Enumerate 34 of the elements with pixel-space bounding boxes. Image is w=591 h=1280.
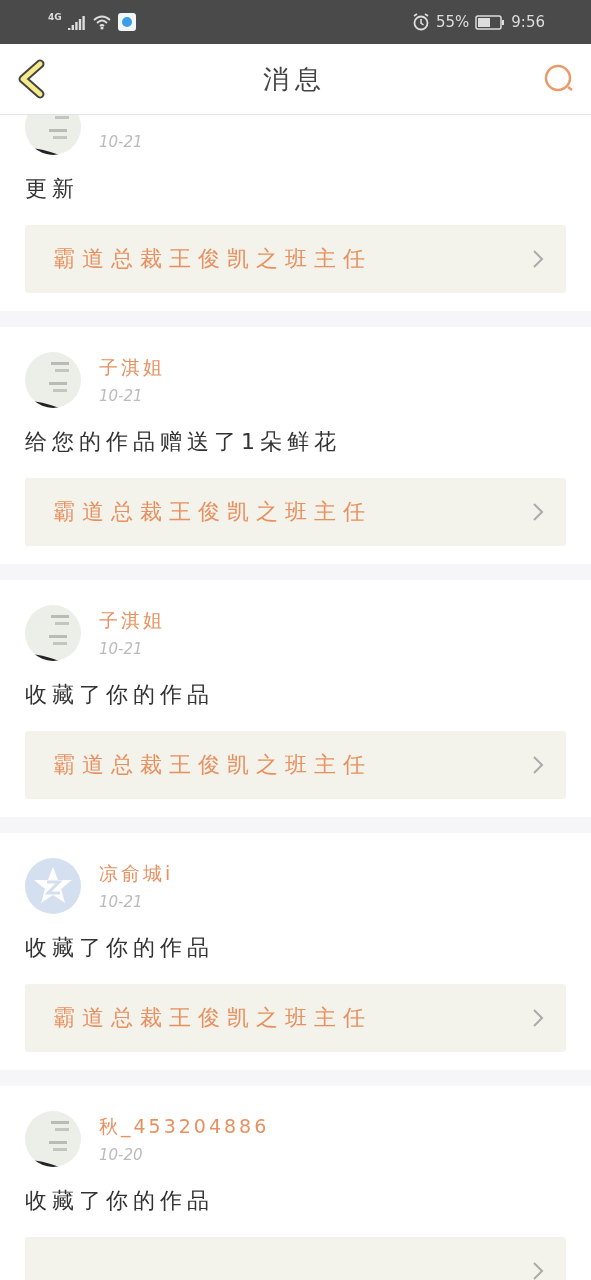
page-title: 消息 <box>262 62 327 96</box>
message-text: 收藏了你的作品 <box>25 1187 215 1215</box>
message-text: 收藏了你的作品 <box>25 934 215 962</box>
chevron-right-icon <box>532 502 544 522</box>
message-date: 10-21 <box>99 640 144 658</box>
message-date: 10-21 <box>99 893 144 911</box>
battery-percent: 55% <box>435 13 470 31</box>
alarm-icon <box>411 13 430 31</box>
message-date: 10-20 <box>99 1146 144 1164</box>
default-avatar-icon <box>25 858 81 914</box>
user-name[interactable]: 子淇姐 <box>99 608 165 634</box>
app-icon <box>117 13 136 31</box>
message-text: 给您的作品赠送了1朵鲜花 <box>25 428 342 456</box>
message-date: 10-21 <box>99 132 143 151</box>
chevron-right-icon <box>532 755 544 775</box>
user-name[interactable]: 凉俞城i <box>99 861 174 887</box>
signal-icon <box>67 14 86 30</box>
chevron-right-icon <box>532 1008 544 1028</box>
user-name[interactable]: 秋_453204886 <box>99 1114 270 1140</box>
work-link[interactable]: 霸道总裁王俊凯之班主任 <box>25 225 566 293</box>
message-text: 更新 <box>25 175 80 203</box>
message-date: 10-21 <box>99 387 144 405</box>
work-link[interactable]: 霸道总裁王俊凯之班主任 <box>25 478 566 546</box>
network-type-label: 4G <box>48 12 62 22</box>
wifi-icon <box>91 14 112 30</box>
chevron-right-icon <box>532 249 544 269</box>
clock-time: 9:56 <box>511 13 545 31</box>
user-name[interactable]: 子淇姐 <box>99 355 165 381</box>
battery-icon <box>475 14 506 30</box>
message-text: 收藏了你的作品 <box>25 681 215 709</box>
work-link[interactable]: 霸道总裁王俊凯之班主任 <box>25 731 566 799</box>
work-link[interactable]: 霸道总裁王俊凯之班主任 <box>25 984 566 1052</box>
back-button[interactable] <box>16 59 46 99</box>
chevron-right-icon <box>532 1261 544 1280</box>
